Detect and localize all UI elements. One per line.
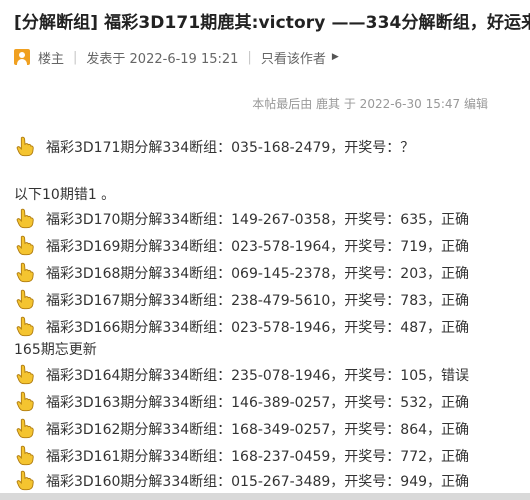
post-text: 福彩3D161期分解334断组：168-237-0459，开奖号：772，正确 <box>46 449 470 465</box>
post-meta: 楼主 | 发表于 2022-6-19 15:21 | 只看该作者 ▶ <box>14 46 339 68</box>
post-line: 福彩3D170期分解334断组：149-267-0358，开奖号：635，正确 <box>14 208 469 230</box>
victory-hand-icon <box>16 470 34 491</box>
author-role-label: 楼主 <box>38 51 65 67</box>
note-text: 165期忘更新 <box>14 342 97 358</box>
post-line: 福彩3D161期分解334断组：168-237-0459，开奖号：772，正确 <box>14 445 469 467</box>
post-date: 发表于 2022-6-19 15:21 <box>86 51 239 67</box>
post-text: 福彩3D163期分解334断组：146-389-0257，开奖号：532，正确 <box>46 395 470 411</box>
post-line-current: 福彩3D171期分解334断组：035-168-2479，开奖号：？ <box>14 136 414 158</box>
meta-divider: | <box>247 49 252 65</box>
horizontal-scrollbar[interactable] <box>0 493 530 500</box>
victory-hand-icon <box>16 391 34 412</box>
victory-hand-icon <box>16 445 34 466</box>
post-text: 福彩3D166期分解334断组：023-578-1946，开奖号：487，正确 <box>46 320 470 336</box>
victory-hand-icon <box>16 208 34 229</box>
post-line: 福彩3D162期分解334断组：168-349-0257，开奖号：864，正确 <box>14 418 469 440</box>
post-line: 福彩3D169期分解334断组：023-578-1964，开奖号：719，正确 <box>14 235 469 257</box>
post-text: 福彩3D160期分解334断组：015-267-3489，开奖号：949，正确 <box>46 474 470 490</box>
victory-hand-icon <box>16 289 34 310</box>
only-author-link[interactable]: 只看该作者 <box>261 48 326 67</box>
author-avatar-icon[interactable] <box>14 49 30 65</box>
post-text: 福彩3D167期分解334断组：238-479-5610，开奖号：783，正确 <box>46 293 470 309</box>
victory-hand-icon <box>16 136 34 157</box>
post-text: 福彩3D168期分解334断组：069-145-2378，开奖号：203，正确 <box>46 266 470 282</box>
post-text: 福彩3D169期分解334断组：023-578-1964，开奖号：719，正确 <box>46 239 470 255</box>
post-text: 福彩3D162期分解334断组：168-349-0257，开奖号：864，正确 <box>46 422 470 438</box>
post-note-missing: 165期忘更新 <box>14 339 97 359</box>
post-line: 福彩3D168期分解334断组：069-145-2378，开奖号：203，正确 <box>14 262 469 284</box>
post-line: 福彩3D163期分解334断组：146-389-0257，开奖号：532，正确 <box>14 391 469 413</box>
victory-hand-icon <box>16 364 34 385</box>
edit-note: 本帖最后由 鹿其 于 2022-6-30 15:47 编辑 <box>252 97 488 111</box>
post-line: 福彩3D164期分解334断组：235-078-1946，开奖号：105，错误 <box>14 364 469 386</box>
post-text: 福彩3D171期分解334断组：035-168-2479，开奖号：？ <box>46 140 415 156</box>
play-arrow-icon[interactable]: ▶ <box>332 52 339 62</box>
post-line: 福彩3D160期分解334断组：015-267-3489，开奖号：949，正确 <box>14 470 469 492</box>
victory-hand-icon <box>16 262 34 283</box>
post-text: 福彩3D164期分解334断组：235-078-1946，开奖号：105，错误 <box>46 368 470 384</box>
note-text: 以下10期错1 。 <box>14 187 116 203</box>
victory-hand-icon <box>16 418 34 439</box>
thread-title: [分解断组] 福彩3D171期鹿其:victory ——334分解断组，好运来! <box>14 13 530 33</box>
meta-divider: | <box>73 49 78 65</box>
post-line: 福彩3D166期分解334断组：023-578-1946，开奖号：487，正确 <box>14 316 469 338</box>
post-note-summary: 以下10期错1 。 <box>14 184 115 204</box>
post-text: 福彩3D170期分解334断组：149-267-0358，开奖号：635，正确 <box>46 212 470 228</box>
victory-hand-icon <box>16 235 34 256</box>
post-line: 福彩3D167期分解334断组：238-479-5610，开奖号：783，正确 <box>14 289 469 311</box>
victory-hand-icon <box>16 316 34 337</box>
